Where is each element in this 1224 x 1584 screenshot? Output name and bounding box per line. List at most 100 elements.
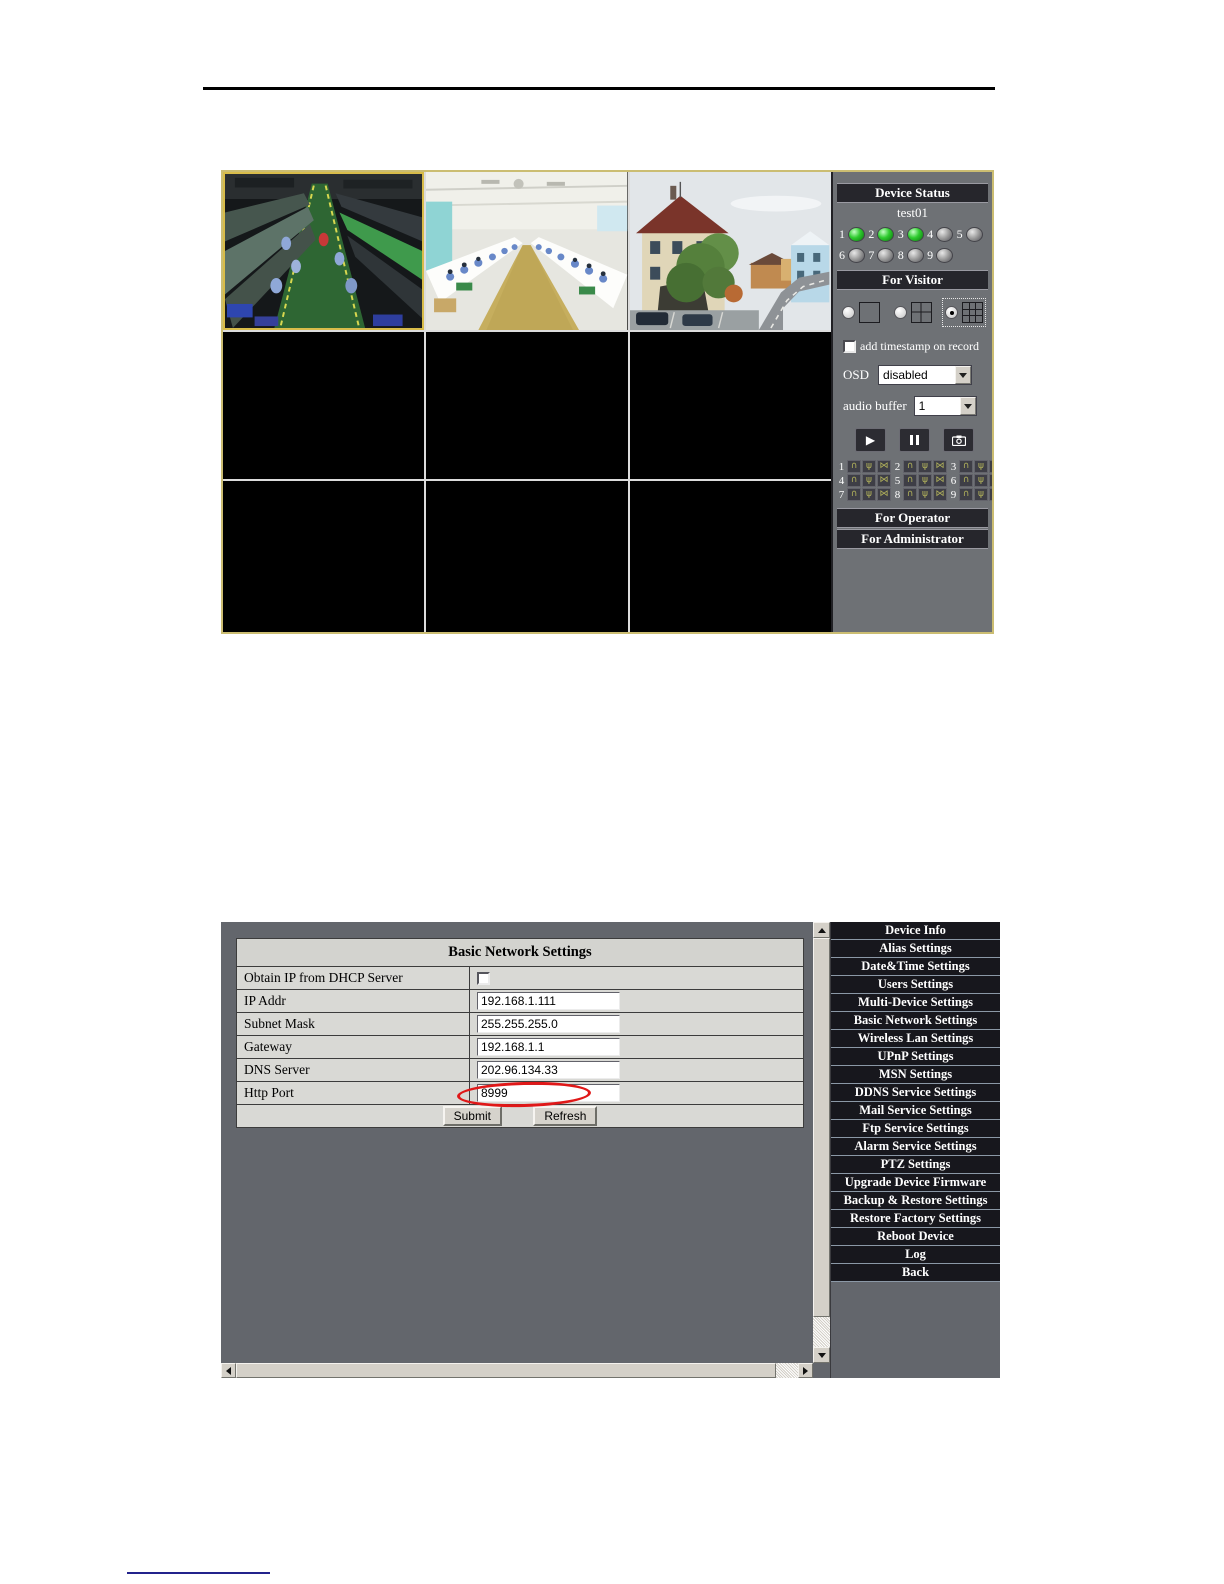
record-icon[interactable]: ⋈ <box>989 460 992 473</box>
radio-icon[interactable] <box>945 306 958 319</box>
radio-icon[interactable] <box>842 306 855 319</box>
vertical-scrollbar[interactable] <box>813 922 830 1363</box>
menu-item-device-info[interactable]: Device Info <box>831 922 1000 940</box>
horizontal-scrollbar[interactable] <box>221 1363 813 1378</box>
menu-item-msn-settings[interactable]: MSN Settings <box>831 1066 1000 1084</box>
headphone-icon[interactable]: ∩ <box>847 460 861 473</box>
menu-item-date-time-settings[interactable]: Date&Time Settings <box>831 958 1000 976</box>
radio-icon[interactable] <box>893 306 907 319</box>
camera-slot-7[interactable] <box>223 481 425 632</box>
camera-feed-1[interactable] <box>223 172 425 330</box>
camera-slot-4[interactable] <box>223 332 425 479</box>
http-port-field[interactable] <box>477 1084 620 1102</box>
headphone-icon[interactable]: ∩ <box>959 460 973 473</box>
record-icon[interactable]: ⋈ <box>877 488 891 501</box>
menu-item-log[interactable]: Log <box>831 1246 1000 1264</box>
mic-icon[interactable]: ψ <box>974 488 988 501</box>
chevron-down-icon[interactable] <box>955 366 972 384</box>
menu-item-restore-factory-settings[interactable]: Restore Factory Settings <box>831 1210 1000 1228</box>
record-icon[interactable]: ⋈ <box>933 488 947 501</box>
record-icon[interactable]: ⋈ <box>989 474 992 487</box>
audio-buffer-select[interactable]: 1 <box>913 396 977 416</box>
camera-slot-6[interactable] <box>629 332 831 479</box>
menu-item-upnp-settings[interactable]: UPnP Settings <box>831 1048 1000 1066</box>
scroll-up-button[interactable] <box>813 922 830 938</box>
table-row: DNS Server <box>236 1058 804 1082</box>
network-settings-screenshot: Basic Network Settings Obtain IP from DH… <box>221 922 1000 1378</box>
menu-item-backup-restore-settings[interactable]: Backup & Restore Settings <box>831 1192 1000 1210</box>
camera-slot-8[interactable] <box>426 481 628 632</box>
subnet-mask-field[interactable] <box>477 1015 620 1033</box>
scroll-left-button[interactable] <box>221 1363 236 1378</box>
snapshot-button[interactable] <box>943 428 974 452</box>
mic-icon[interactable]: ψ <box>974 474 988 487</box>
status-led-1 <box>848 227 865 242</box>
mic-icon[interactable]: ψ <box>918 460 932 473</box>
menu-item-basic-network-settings[interactable]: Basic Network Settings <box>831 1012 1000 1030</box>
dhcp-checkbox[interactable] <box>477 972 490 986</box>
device-name: test01 <box>896 205 929 220</box>
headphone-icon[interactable]: ∩ <box>903 460 917 473</box>
pause-button[interactable] <box>899 428 930 452</box>
timestamp-checkbox[interactable] <box>843 340 856 353</box>
menu-item-wireless-lan-settings[interactable]: Wireless Lan Settings <box>831 1030 1000 1048</box>
play-button[interactable]: ▶ <box>855 428 886 452</box>
menu-item-mail-service-settings[interactable]: Mail Service Settings <box>831 1102 1000 1120</box>
play-icon: ▶ <box>865 432 876 447</box>
menu-item-ftp-service-settings[interactable]: Ftp Service Settings <box>831 1120 1000 1138</box>
for-operator-button[interactable]: For Operator <box>837 508 988 528</box>
camera-slot-9[interactable] <box>629 481 831 632</box>
menu-item-back[interactable]: Back <box>831 1264 1000 1282</box>
mic-icon[interactable]: ψ <box>862 488 876 501</box>
status-led-4 <box>936 227 954 242</box>
table-row: Subnet Mask <box>236 1012 804 1036</box>
camera-feed-3[interactable] <box>629 172 831 330</box>
table-row: Obtain IP from DHCP Server <box>236 966 804 990</box>
gateway-label: Gateway <box>236 1035 470 1059</box>
view-mode-nine[interactable] <box>942 298 986 327</box>
headphone-icon[interactable]: ∩ <box>903 488 917 501</box>
record-icon[interactable]: ⋈ <box>933 474 947 487</box>
mic-icon[interactable]: ψ <box>974 460 988 473</box>
menu-item-multi-device-settings[interactable]: Multi-Device Settings <box>831 994 1000 1012</box>
dns-server-field[interactable] <box>477 1061 620 1079</box>
camera-slot-5[interactable] <box>426 332 628 479</box>
osd-select[interactable]: disabled <box>878 365 973 385</box>
menu-item-alias-settings[interactable]: Alias Settings <box>831 940 1000 958</box>
nine-view-icon <box>962 302 983 323</box>
for-administrator-button[interactable]: For Administrator <box>837 529 988 549</box>
menu-item-users-settings[interactable]: Users Settings <box>831 976 1000 994</box>
headphone-icon[interactable]: ∩ <box>959 488 973 501</box>
mic-icon[interactable]: ψ <box>862 460 876 473</box>
mic-icon[interactable]: ψ <box>918 474 932 487</box>
menu-item-alarm-service-settings[interactable]: Alarm Service Settings <box>831 1138 1000 1156</box>
mic-icon[interactable]: ψ <box>862 474 876 487</box>
refresh-button[interactable]: Refresh <box>533 1106 598 1126</box>
view-mode-single[interactable] <box>840 299 882 326</box>
scroll-down-button[interactable] <box>813 1347 830 1363</box>
mic-icon[interactable]: ψ <box>918 488 932 501</box>
headphone-icon[interactable]: ∩ <box>959 474 973 487</box>
chevron-down-icon[interactable] <box>959 397 976 415</box>
horizontal-scroll-thumb[interactable] <box>236 1363 776 1378</box>
channel-controls-6: 6∩ψ⋈ <box>949 474 992 487</box>
menu-item-upgrade-device-firmware[interactable]: Upgrade Device Firmware <box>831 1174 1000 1192</box>
view-mode-quad[interactable] <box>892 299 934 326</box>
headphone-icon[interactable]: ∩ <box>903 474 917 487</box>
menu-item-ddns-service-settings[interactable]: DDNS Service Settings <box>831 1084 1000 1102</box>
headphone-icon[interactable]: ∩ <box>847 488 861 501</box>
record-icon[interactable]: ⋈ <box>877 474 891 487</box>
record-icon[interactable]: ⋈ <box>877 460 891 473</box>
camera-viewer-screenshot: Device Status test01 1 2 3 4 5 6 7 8 9 F… <box>221 170 994 634</box>
menu-item-ptz-settings[interactable]: PTZ Settings <box>831 1156 1000 1174</box>
camera-feed-2[interactable] <box>426 172 628 330</box>
record-icon[interactable]: ⋈ <box>933 460 947 473</box>
gateway-field[interactable] <box>477 1038 620 1056</box>
scroll-right-button[interactable] <box>798 1363 813 1378</box>
headphone-icon[interactable]: ∩ <box>847 474 861 487</box>
ip-addr-field[interactable] <box>477 992 620 1010</box>
menu-item-reboot-device[interactable]: Reboot Device <box>831 1228 1000 1246</box>
submit-button[interactable]: Submit <box>442 1106 502 1126</box>
vertical-scroll-thumb[interactable] <box>813 938 830 1317</box>
record-icon[interactable]: ⋈ <box>989 488 992 501</box>
